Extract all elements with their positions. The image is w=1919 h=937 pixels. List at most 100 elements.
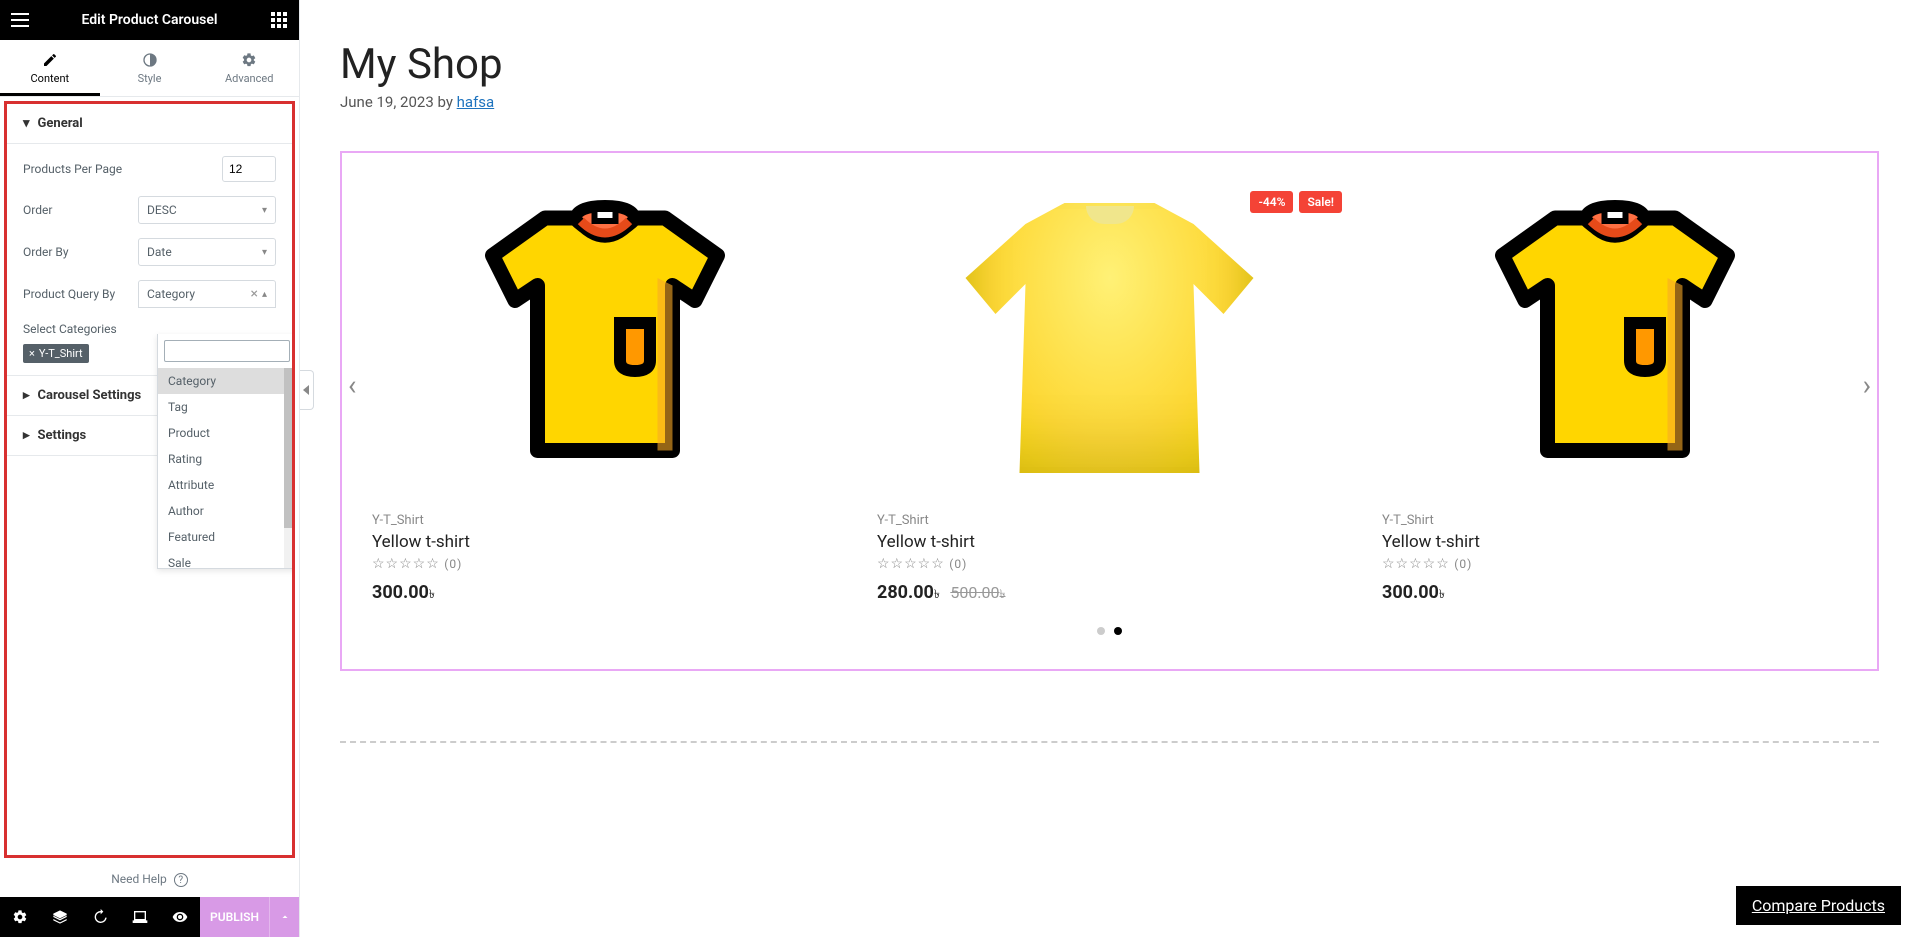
section-settings-title: Settings	[38, 428, 87, 443]
chip-remove-icon[interactable]: ×	[29, 347, 35, 360]
compare-products-button[interactable]: Compare Products	[1736, 886, 1901, 925]
rating-count: (0)	[949, 557, 967, 571]
dropdown-option-product[interactable]: Product	[158, 420, 295, 446]
product-image	[960, 188, 1260, 488]
page-date: June 19, 2023	[340, 93, 434, 111]
dropdown-option-sale[interactable]: Sale	[158, 550, 295, 568]
tab-style[interactable]: Style	[100, 40, 200, 96]
product-name: Yellow t-shirt	[372, 532, 837, 552]
responsive-icon[interactable]	[120, 897, 160, 937]
preview-icon[interactable]	[160, 897, 200, 937]
product-image-wrap: -44%Sale!	[877, 173, 1342, 503]
carousel-dot[interactable]	[1114, 627, 1122, 635]
dropdown-option-category[interactable]: Category	[158, 368, 295, 394]
product-old-price: 500.00৳	[950, 583, 1005, 602]
tab-style-label: Style	[138, 72, 162, 85]
dropdown-option-tag[interactable]: Tag	[158, 394, 295, 420]
select-categories-label: Select Categories	[23, 322, 117, 336]
tab-advanced[interactable]: Advanced	[199, 40, 299, 96]
publish-button-label: PUBLISH	[210, 910, 259, 924]
product-price: 280.00৳ 500.00৳	[877, 582, 1342, 606]
product-price-value: 280.00	[877, 582, 934, 603]
dropdown-list: Category Tag Product Rating Attribute Au…	[158, 368, 295, 568]
clear-icon[interactable]: ×	[250, 286, 257, 302]
tab-content[interactable]: Content	[0, 40, 100, 96]
dropdown-option-author[interactable]: Author	[158, 498, 295, 524]
settings-icon[interactable]	[0, 897, 40, 937]
section-general-header[interactable]: ▾ General	[7, 104, 292, 144]
carousel-dot[interactable]	[1097, 627, 1105, 635]
currency-symbol: ৳	[429, 587, 435, 601]
category-chip[interactable]: × Y-T_Shirt	[23, 344, 89, 363]
products-per-page-label: Products Per Page	[23, 162, 122, 176]
tab-advanced-label: Advanced	[225, 72, 273, 85]
preview-area: My Shop June 19, 2023 by hafsa ‹ › Y-T_S…	[300, 0, 1919, 937]
sidebar-title: Edit Product Carousel	[81, 12, 217, 28]
chip-label: Y-T_Shirt	[39, 347, 83, 360]
product-category: Y-T_Shirt	[372, 513, 837, 528]
product-rating: ☆☆☆☆☆ (0)	[1382, 556, 1847, 572]
product-name: Yellow t-shirt	[1382, 532, 1847, 552]
section-general-title: General	[38, 116, 83, 131]
product-price-value: 300.00	[1382, 582, 1439, 603]
help-icon: ?	[174, 873, 188, 887]
product-price: 300.00৳	[372, 582, 837, 606]
chevron-down-icon: ▾	[262, 247, 267, 258]
dropdown-option-featured[interactable]: Featured	[158, 524, 295, 550]
panel-body: ▾ General Products Per Page Order DESC ▾…	[4, 101, 295, 858]
product-card[interactable]: Y-T_Shirt Yellow t-shirt ☆☆☆☆☆ (0) 300.0…	[372, 173, 837, 606]
author-link[interactable]: hafsa	[457, 93, 495, 111]
caret-right-icon: ▸	[23, 388, 30, 403]
order-by-label: Order By	[23, 245, 69, 259]
chevron-down-icon: ▾	[262, 205, 267, 216]
need-help-label: Need Help	[111, 872, 167, 886]
publish-button[interactable]: PUBLISH	[200, 897, 269, 937]
navigator-icon[interactable]	[40, 897, 80, 937]
sidebar-footer: PUBLISH	[0, 897, 299, 937]
history-icon[interactable]	[80, 897, 120, 937]
product-image-wrap	[1382, 173, 1847, 503]
publish-options-button[interactable]	[269, 897, 299, 937]
product-query-by-select[interactable]: Category × ▴	[138, 280, 276, 308]
product-category: Y-T_Shirt	[1382, 513, 1847, 528]
carousel-prev-button[interactable]: ‹	[348, 369, 356, 402]
product-card[interactable]: Y-T_Shirt Yellow t-shirt ☆☆☆☆☆ (0) 300.0…	[1382, 173, 1847, 606]
product-card[interactable]: -44%Sale! Y-T_Shirt Yellow t-shirt ☆☆☆☆☆…	[877, 173, 1342, 606]
product-query-by-dropdown: Category Tag Product Rating Attribute Au…	[157, 334, 295, 569]
widgets-grid-icon[interactable]	[269, 10, 289, 30]
caret-right-icon: ▸	[23, 428, 30, 443]
hamburger-icon[interactable]	[10, 10, 30, 30]
products-per-page-input[interactable]	[222, 156, 276, 182]
collapse-sidebar-handle[interactable]	[300, 370, 314, 410]
order-select-value: DESC	[147, 203, 177, 217]
dropdown-search-input[interactable]	[164, 340, 290, 362]
currency-symbol: ৳	[934, 587, 940, 601]
dropdown-option-rating[interactable]: Rating	[158, 446, 295, 472]
dropdown-search-wrap	[158, 334, 295, 368]
page-title: My Shop	[340, 40, 1879, 89]
product-image-wrap	[372, 173, 837, 503]
rating-count: (0)	[1454, 557, 1472, 571]
product-price-value: 300.00	[372, 582, 429, 603]
product-query-by-value: Category	[147, 287, 195, 301]
dropdown-scrollbar-thumb[interactable]	[284, 368, 295, 528]
order-by-select[interactable]: Date ▾	[138, 238, 276, 266]
currency-symbol: ৳	[1439, 587, 1445, 601]
dropdown-option-attribute[interactable]: Attribute	[158, 472, 295, 498]
need-help-link[interactable]: Need Help ?	[0, 862, 299, 897]
product-category: Y-T_Shirt	[877, 513, 1342, 528]
editor-sidebar: Edit Product Carousel Content Style Adva…	[0, 0, 300, 937]
product-price: 300.00৳	[1382, 582, 1847, 606]
page-meta: June 19, 2023 by hafsa	[340, 93, 1879, 111]
sale-badge: Sale!	[1299, 191, 1342, 213]
tab-content-label: Content	[31, 72, 70, 85]
product-rating: ☆☆☆☆☆ (0)	[372, 556, 837, 572]
order-select[interactable]: DESC ▾	[138, 196, 276, 224]
order-by-select-value: Date	[147, 245, 172, 259]
product-rating: ☆☆☆☆☆ (0)	[877, 556, 1342, 572]
carousel-next-button[interactable]: ›	[1863, 369, 1871, 402]
product-name: Yellow t-shirt	[877, 532, 1342, 552]
product-carousel: ‹ › Y-T_Shirt Yellow t-shirt ☆☆☆☆☆ (0) 3…	[340, 151, 1879, 671]
product-query-by-label: Product Query By	[23, 287, 115, 301]
chevron-up-icon: ▴	[262, 289, 267, 300]
